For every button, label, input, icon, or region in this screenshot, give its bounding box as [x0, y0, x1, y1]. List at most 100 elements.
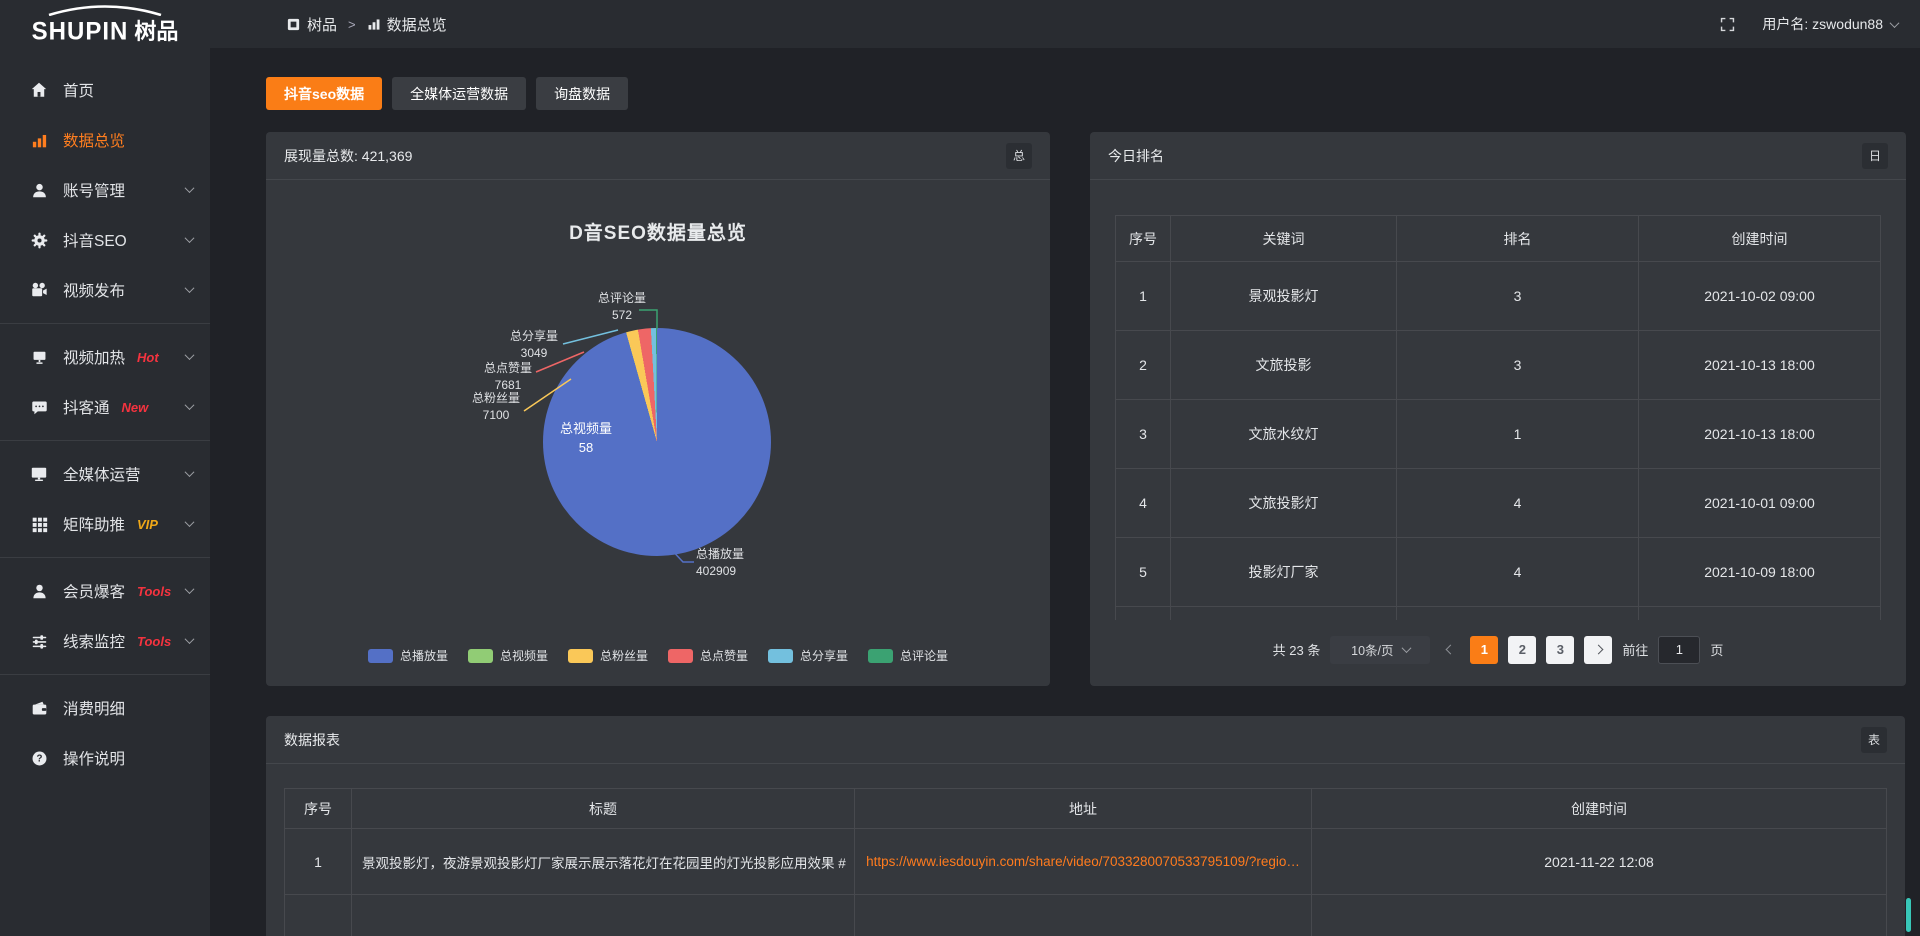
- scrollbar-thumb[interactable]: [1906, 898, 1911, 932]
- pie-label-shares: 总分享量3049: [494, 328, 574, 363]
- legend-item-videos[interactable]: 总视频量: [468, 647, 548, 664]
- legend-item-fans[interactable]: 总粉丝量: [568, 647, 648, 664]
- col-index: 序号: [1116, 216, 1171, 262]
- chevron-down-icon: [185, 634, 195, 644]
- chevron-down-icon: [185, 183, 195, 193]
- question-circle-icon: ?: [30, 749, 48, 767]
- chart-title: D音SEO数据量总览: [266, 218, 1050, 245]
- seo-overview-panel: 展现量总数: 421,369 总 D音SEO数据量总览 总评论量572: [266, 132, 1050, 686]
- goto-unit-label: 页: [1710, 640, 1723, 659]
- table-header-row: 序号 标题 地址 创建时间: [285, 789, 1887, 829]
- main-content: 抖音seo数据 全媒体运营数据 询盘数据 展现量总数: 421,369 总 D音…: [210, 48, 1920, 936]
- table-row: 1 景观投影灯，夜游景观投影灯厂家展示展示落花灯在花园里的灯光投影应用效果 # …: [285, 829, 1887, 895]
- sidebar-item-video-heat[interactable]: 视频加热 Hot: [0, 332, 210, 382]
- impressions-summary-label: 展现量总数:: [284, 148, 358, 164]
- new-badge: New: [122, 400, 149, 415]
- logo-text-cn: 树品: [134, 14, 178, 46]
- legend-swatch: [468, 649, 493, 663]
- fullscreen-icon[interactable]: [1719, 16, 1736, 33]
- next-page-button[interactable]: [1584, 636, 1612, 664]
- page-size-select[interactable]: 10条/页: [1330, 636, 1430, 664]
- sidebar-item-label: 视频加热: [63, 346, 125, 368]
- monitor-icon: [30, 465, 48, 483]
- breadcrumb-current: 数据总览: [367, 14, 447, 35]
- total-toggle-button[interactable]: 总: [1006, 143, 1032, 169]
- table-row: 4 文旅投影灯 4 2021-10-01 09:00: [1116, 469, 1881, 538]
- legend-item-plays[interactable]: 总播放量: [368, 647, 448, 664]
- sidebar-item-label: 会员爆客: [63, 580, 125, 602]
- legend-swatch: [368, 649, 393, 663]
- table-toggle-button[interactable]: 表: [1861, 727, 1887, 753]
- sidebar-item-label: 视频发布: [63, 279, 125, 301]
- chevron-right-icon: [1593, 645, 1603, 655]
- sidebar-item-consumption-detail[interactable]: 消费明细: [0, 683, 210, 733]
- prev-page-button[interactable]: [1440, 646, 1460, 653]
- hot-badge: Hot: [137, 350, 159, 365]
- tab-inquiry-data[interactable]: 询盘数据: [536, 77, 628, 110]
- video-title: 景观投影灯，夜游景观投影灯厂家展示展示落花灯在花园里的灯光投影应用效果 #: [352, 829, 855, 895]
- tab-omnimedia-data[interactable]: 全媒体运营数据: [392, 77, 526, 110]
- data-tabs: 抖音seo数据 全媒体运营数据 询盘数据: [266, 77, 1905, 110]
- ranking-table: 序号 关键词 排名 创建时间 1 景观投影灯 3 2021-10-02 09:0…: [1115, 215, 1881, 620]
- sidebar-item-matrix-boost[interactable]: 矩阵助推 VIP: [0, 499, 210, 549]
- table-row: 3 文旅水纹灯 1 2021-10-13 18:00: [1116, 400, 1881, 469]
- page-button-3[interactable]: 3: [1546, 636, 1574, 664]
- sidebar-item-account[interactable]: 账号管理: [0, 165, 210, 215]
- sidebar-item-label: 抖客通: [63, 396, 110, 418]
- sidebar-item-douyin-seo[interactable]: 抖音SEO: [0, 215, 210, 265]
- legend-item-comments[interactable]: 总评论量: [868, 647, 948, 664]
- chart-legend: 总播放量 总视频量 总粉丝量 总点赞量 总分享量 总评论量: [266, 647, 1050, 664]
- table-row-partial: [1116, 607, 1881, 620]
- chat-icon: [30, 398, 48, 416]
- page-button-1[interactable]: 1: [1470, 636, 1498, 664]
- sidebar-item-omnimedia[interactable]: 全媒体运营: [0, 449, 210, 499]
- sidebar-item-label: 消费明细: [63, 697, 125, 719]
- table-row: 5 投影灯厂家 4 2021-10-09 18:00: [1116, 538, 1881, 607]
- pagination: 共 23 条 10条/页 1 2 3 前往 页: [1115, 636, 1881, 664]
- tools-badge: Tools: [137, 634, 171, 649]
- tab-douyin-seo-data[interactable]: 抖音seo数据: [266, 77, 382, 110]
- bar-chart-icon: [367, 17, 381, 31]
- sidebar-item-video-publish[interactable]: 视频发布: [0, 265, 210, 315]
- divider: [0, 674, 210, 675]
- sidebar-item-douketong[interactable]: 抖客通 New: [0, 382, 210, 432]
- video-link[interactable]: https://www.iesdouyin.com/share/video/70…: [855, 829, 1312, 895]
- chevron-down-icon: [185, 283, 195, 293]
- today-ranking-panel: 今日排名 日 序号 关键词 排名 创建时间 1 景观投影灯 3: [1090, 132, 1906, 686]
- sidebar-item-instructions[interactable]: ? 操作说明: [0, 733, 210, 783]
- col-keyword: 关键词: [1171, 216, 1397, 262]
- user-menu[interactable]: 用户名: zswodun88: [1762, 14, 1898, 34]
- table-row: 1 景观投影灯 3 2021-10-02 09:00: [1116, 262, 1881, 331]
- legend-item-likes[interactable]: 总点赞量: [668, 647, 748, 664]
- sidebar-item-data-overview[interactable]: 数据总览: [0, 115, 210, 165]
- legend-swatch: [668, 649, 693, 663]
- day-toggle-button[interactable]: 日: [1862, 143, 1888, 169]
- app-logo: SHUPIN 树品: [0, 3, 210, 46]
- sidebar-item-home[interactable]: 首页: [0, 65, 210, 115]
- chevron-down-icon: [1401, 643, 1411, 653]
- top-header: SHUPIN 树品 树品 > 数据总览 用户名: zswodun88: [0, 0, 1920, 48]
- breadcrumb-root[interactable]: 树品: [286, 14, 337, 35]
- impressions-summary-value: 421,369: [362, 148, 413, 164]
- vip-badge: VIP: [137, 517, 158, 532]
- svg-text:?: ?: [36, 753, 42, 764]
- user-icon: [30, 181, 48, 199]
- page-button-2[interactable]: 2: [1508, 636, 1536, 664]
- col-title: 标题: [352, 789, 855, 829]
- divider: [0, 323, 210, 324]
- sidebar-item-label: 数据总览: [63, 129, 125, 151]
- pagination-total: 共 23 条: [1273, 640, 1321, 659]
- sidebar-item-lead-monitor[interactable]: 线索监控 Tools: [0, 616, 210, 666]
- breadcrumb-current-label: 数据总览: [387, 14, 447, 35]
- table-header-row: 序号 关键词 排名 创建时间: [1116, 216, 1881, 262]
- legend-swatch: [768, 649, 793, 663]
- sidebar-item-label: 账号管理: [63, 179, 125, 201]
- chevron-left-icon: [1445, 645, 1455, 655]
- col-created: 创建时间: [1312, 789, 1887, 829]
- report-panel-title: 数据报表: [284, 730, 340, 750]
- home-icon: [30, 81, 48, 99]
- sidebar-item-member-burst[interactable]: 会员爆客 Tools: [0, 566, 210, 616]
- legend-item-shares[interactable]: 总分享量: [768, 647, 848, 664]
- pie-label-videos: 总视频量58: [546, 420, 626, 458]
- goto-page-input[interactable]: [1658, 636, 1700, 664]
